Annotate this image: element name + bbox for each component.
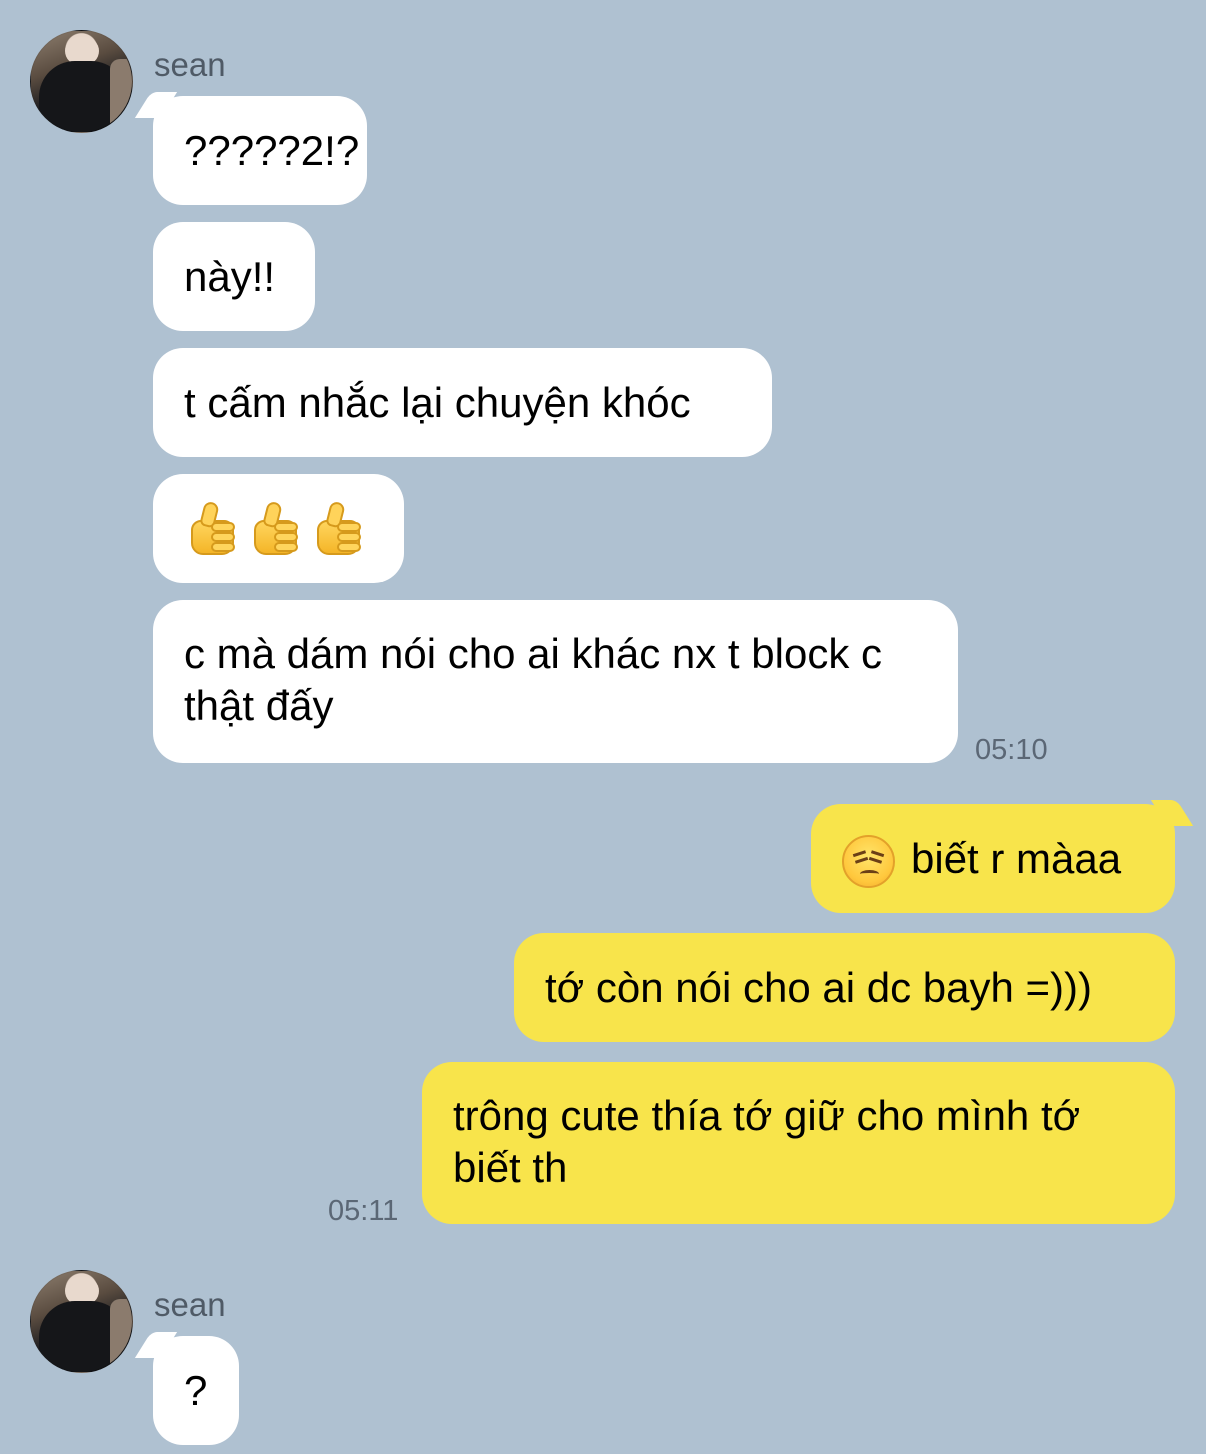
thumbs-up-emoji-3 bbox=[310, 500, 366, 558]
message-text-6: biết r màaa bbox=[911, 835, 1122, 882]
sender-name-2: sean bbox=[154, 1286, 226, 1323]
message-text-4 bbox=[184, 500, 373, 555]
thumbs-up-emoji-1 bbox=[184, 500, 240, 558]
timestamp-1: 05:10 bbox=[975, 734, 1048, 766]
message-text-5: c mà dám nói cho ai khác nx t block c th… bbox=[184, 630, 882, 729]
message-text-3: t cấm nhắc lại chuyện khóc bbox=[184, 379, 691, 426]
sender-name: sean bbox=[154, 46, 226, 83]
message-text-9: ? bbox=[184, 1367, 208, 1414]
message-text-2: này!! bbox=[184, 253, 276, 300]
persevering-face-emoji bbox=[842, 835, 895, 889]
message-bubble-3[interactable]: t cấm nhắc lại chuyện khóc bbox=[153, 348, 772, 457]
message-text-8: trông cute thía tớ giữ cho mình tớ biết … bbox=[453, 1092, 1081, 1191]
message-bubble-7[interactable]: tớ còn nói cho ai dc bayh =))) bbox=[514, 933, 1175, 1042]
message-text-1: ?????2!? bbox=[184, 127, 360, 174]
message-bubble-6[interactable]: biết r màaa bbox=[811, 800, 1194, 913]
sender-avatar[interactable] bbox=[30, 30, 133, 133]
message-text-7: tớ còn nói cho ai dc bayh =))) bbox=[545, 964, 1092, 1011]
timestamp-2: 05:11 bbox=[328, 1195, 399, 1227]
message-bubble-1[interactable]: ?????2!? bbox=[134, 92, 367, 205]
message-bubble-8[interactable]: trông cute thía tớ giữ cho mình tớ biết … bbox=[422, 1062, 1175, 1224]
message-bubble-9[interactable]: ? bbox=[134, 1332, 239, 1445]
sender-avatar-2[interactable] bbox=[30, 1270, 133, 1373]
message-bubble-5[interactable]: c mà dám nói cho ai khác nx t block c th… bbox=[153, 600, 958, 763]
thumbs-up-emoji-2 bbox=[247, 500, 303, 558]
message-bubble-2[interactable]: này!! bbox=[153, 222, 315, 331]
message-bubble-4[interactable] bbox=[153, 474, 404, 583]
